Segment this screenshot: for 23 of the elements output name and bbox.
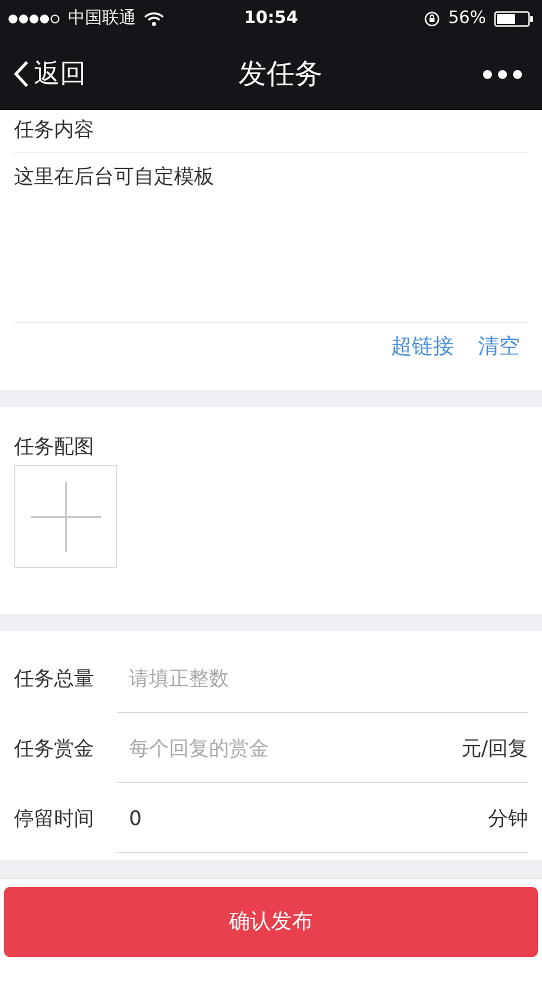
rotation-lock-icon [424,11,440,27]
input-field[interactable]: 0 [129,802,488,832]
field-label: 停留时间 [14,805,95,832]
section-label: 任务配图 [14,433,95,460]
unit-label: 分钟 [488,804,528,832]
page-title: 发任务 [238,56,322,92]
status-time: 10:54 [244,7,298,30]
battery-percent: 56% [448,7,486,30]
field-label: 任务赏金 [14,735,95,762]
unit-label: 元/回复 [461,734,528,762]
section-label: 任务内容 [14,110,528,153]
battery-icon [494,11,534,27]
field-label: 任务总量 [14,665,95,692]
wifi-icon [144,12,164,26]
content-textarea[interactable]: 这里在后台可自定模板 [14,153,528,323]
chevron-left-icon [12,59,30,89]
back-button[interactable]: 返回 [12,54,86,94]
carrier-name: 中国联通 [68,7,136,30]
input-field[interactable]: 每个回复的赏金 [129,732,462,762]
plus-icon [30,482,100,552]
input-field[interactable]: 请填正整数 [129,662,528,692]
submit-button[interactable]: 确认发布 [4,887,538,957]
signal-icon [8,14,60,24]
